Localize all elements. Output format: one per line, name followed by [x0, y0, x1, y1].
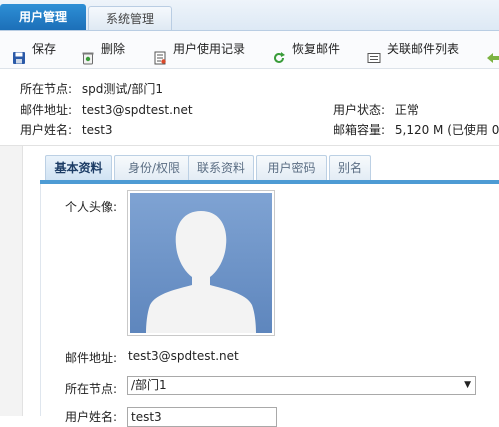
form-node-label: 所在节点: — [65, 382, 118, 396]
quota-row: 邮箱容量: 5,120 M (已使用 0.0 — [333, 121, 499, 138]
tab-alias[interactable]: 别名 — [329, 155, 371, 180]
restore-icon — [272, 43, 286, 63]
email-label: 邮件地址: — [20, 103, 73, 117]
node-select[interactable]: /部门1 ▼ — [127, 376, 476, 395]
back-button[interactable] — [486, 31, 499, 68]
email-value: test3@spdtest.net — [81, 103, 193, 117]
left-strip — [0, 146, 23, 416]
tab-contact-info[interactable]: 联系资料 — [188, 155, 254, 180]
record-icon — [153, 43, 167, 64]
restore-mail-button[interactable]: 恢复邮件 — [272, 31, 340, 68]
chevron-down-icon: ▼ — [464, 380, 471, 390]
status-row: 用户状态: 正常 — [333, 101, 419, 118]
linked-mail-list-button[interactable]: 关联邮件列表 — [367, 31, 459, 68]
floppy-icon — [12, 43, 26, 64]
tab-system-management[interactable]: 系统管理 — [88, 6, 172, 30]
quota-label: 邮箱容量: — [333, 123, 386, 137]
trash-icon — [81, 43, 95, 64]
tab-identity-permission[interactable]: 身份/权限 — [114, 155, 194, 180]
tab-user-management[interactable]: 用户管理 — [0, 4, 86, 30]
list-icon — [367, 43, 381, 63]
save-label: 保存 — [32, 42, 57, 56]
name-field[interactable]: test3 — [127, 407, 277, 427]
form-email-label: 邮件地址: — [65, 351, 118, 365]
delete-button[interactable]: 删除 — [81, 31, 125, 68]
delete-label: 删除 — [101, 42, 126, 56]
tab-user-password[interactable]: 用户密码 — [256, 155, 327, 180]
email-row: 邮件地址: test3@spdtest.net — [20, 101, 193, 118]
toolbar: 保存 删除 用户使用记录 恢复邮件 关联邮件列表 — [0, 31, 499, 69]
status-value: 正常 — [394, 103, 419, 117]
node-row: 所在节点: spd测试/部门1 — [20, 80, 163, 97]
tab-basic-info[interactable]: 基本资料 — [45, 155, 112, 181]
avatar-label: 个人头像: — [65, 200, 118, 214]
node-value: spd测试/部门1 — [81, 82, 164, 96]
form-email-value: test3@spdtest.net — [128, 349, 239, 363]
usage-record-button[interactable]: 用户使用记录 — [153, 31, 245, 68]
node-label: 所在节点: — [20, 82, 73, 96]
name-label: 用户姓名: — [20, 123, 73, 137]
avatar[interactable] — [127, 190, 275, 336]
node-select-value: /部门1 — [131, 378, 167, 392]
back-arrow-icon — [486, 43, 499, 63]
quota-value: 5,120 M (已使用 0.0 — [394, 123, 499, 137]
form-name-label: 用户姓名: — [65, 410, 118, 424]
usage-record-label: 用户使用记录 — [173, 42, 246, 56]
avatar-silhouette-icon — [130, 193, 272, 333]
save-button[interactable]: 保存 — [12, 31, 56, 68]
name-value: test3 — [81, 123, 113, 137]
restore-mail-label: 恢复邮件 — [292, 42, 341, 56]
name-row: 用户姓名: test3 — [20, 121, 113, 138]
linked-mail-list-label: 关联邮件列表 — [387, 42, 460, 56]
status-label: 用户状态: — [333, 103, 386, 117]
top-tab-bar: 用户管理 系统管理 — [0, 0, 499, 31]
divider — [0, 145, 499, 146]
